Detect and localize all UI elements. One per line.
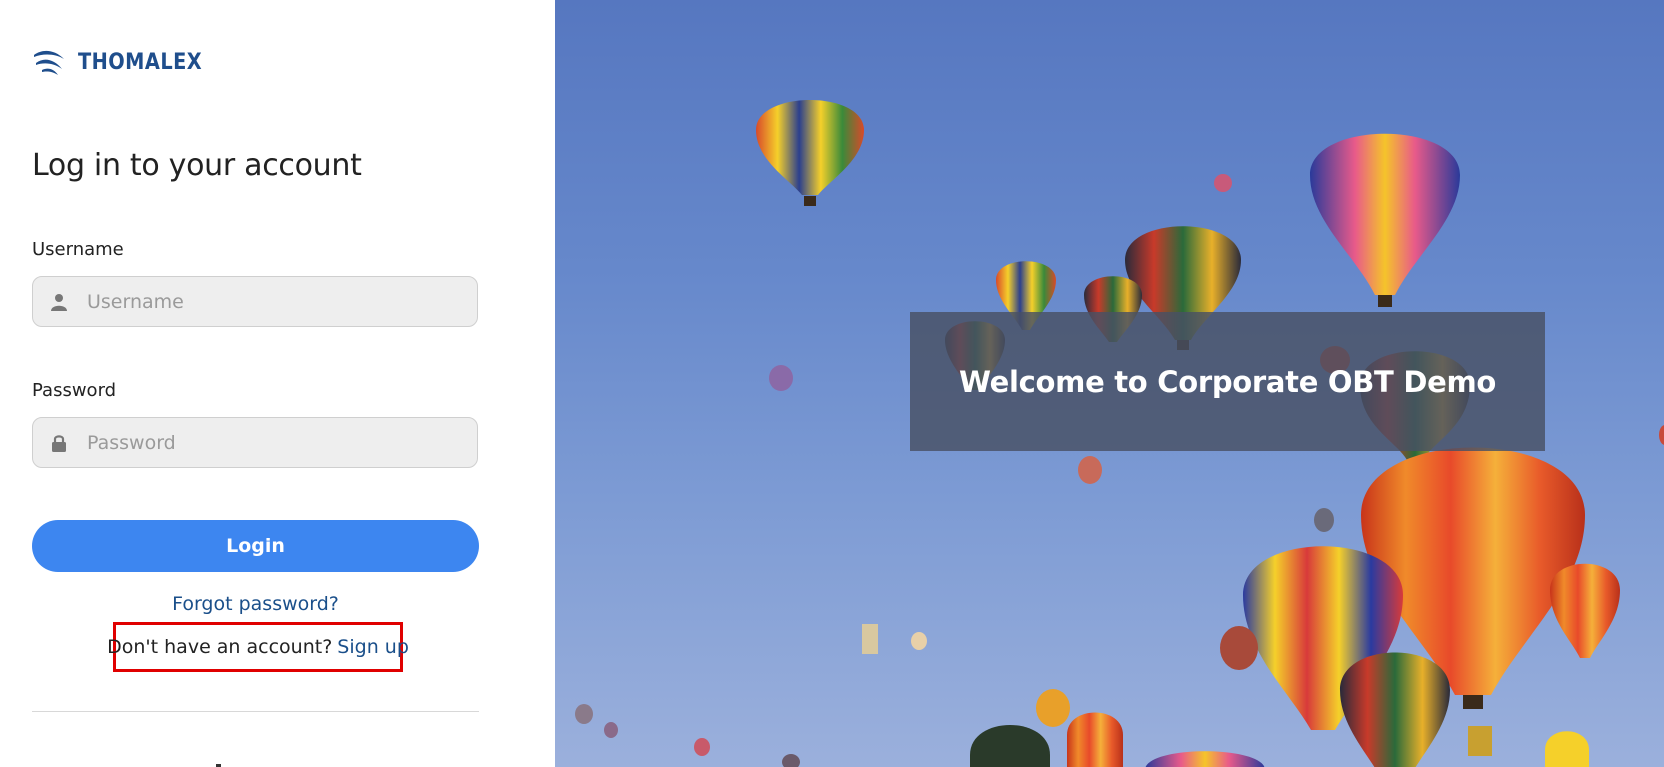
user-icon [49, 292, 69, 312]
brand-logo: THOMALEX [32, 46, 219, 78]
signup-prompt-highlight: Don't have an account? Sign up [107, 622, 409, 672]
brand-name: THOMALEX [78, 49, 203, 75]
balloon [970, 725, 1050, 767]
balloon [1078, 456, 1102, 484]
balloon [1545, 731, 1589, 767]
welcome-banner: Welcome to Corporate OBT Demo [910, 312, 1545, 451]
username-label: Username [32, 239, 124, 260]
balloon [911, 632, 927, 650]
page-title: Log in to your account [32, 148, 362, 183]
login-panel: THOMALEX Log in to your account Username… [0, 0, 555, 767]
balloon [1067, 712, 1123, 767]
forgot-password-link[interactable]: Forgot password? [0, 593, 511, 615]
balloon [1310, 133, 1460, 307]
username-field-wrapper [32, 276, 478, 327]
balloon [1468, 726, 1492, 756]
lock-icon [49, 433, 69, 453]
balloon [1659, 425, 1664, 445]
balloon [1340, 652, 1450, 767]
balloon [1314, 508, 1334, 532]
signup-prompt-text: Don't have an account? [107, 636, 333, 658]
balloon [1214, 174, 1232, 192]
balloon [769, 365, 793, 391]
cut-off-content [215, 756, 225, 767]
balloon [1036, 689, 1070, 727]
swoosh-logo-icon [34, 50, 64, 75]
divider [32, 711, 479, 712]
password-label: Password [32, 380, 117, 401]
balloon [694, 738, 710, 756]
balloon [604, 722, 618, 738]
balloon [756, 100, 864, 206]
sign-up-link[interactable]: Sign up [337, 636, 409, 658]
login-button[interactable]: Login [32, 520, 479, 572]
hero-panel: Welcome to Corporate OBT Demo [555, 0, 1664, 767]
welcome-title: Welcome to Corporate OBT Demo [958, 364, 1497, 399]
balloon [782, 754, 800, 767]
balloon [1550, 563, 1620, 658]
password-input[interactable] [87, 431, 477, 454]
balloon [1220, 626, 1258, 670]
balloon [575, 704, 593, 724]
balloon [1146, 751, 1264, 767]
username-input[interactable] [87, 290, 477, 313]
password-field-wrapper [32, 417, 478, 468]
balloon [862, 624, 878, 654]
